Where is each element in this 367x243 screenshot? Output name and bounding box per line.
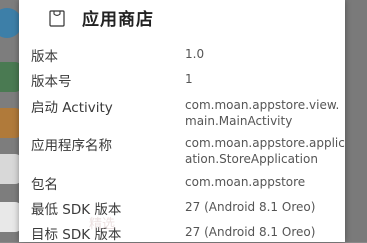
info-value: 1	[185, 72, 193, 86]
info-value: 27 (Android 8.1 Oreo)	[185, 225, 316, 239]
info-label: 启动 Activity	[31, 100, 113, 116]
info-value: 1.0	[185, 47, 205, 61]
info-value: com.moan.appstore.application.StoreAppli…	[185, 136, 345, 166]
info-value: com.moan.appstore	[185, 175, 306, 189]
dialog-header: 应用商店	[19, 0, 345, 38]
info-value: 27 (Android 8.1 Oreo)	[185, 200, 316, 214]
info-value: com.moan.appstore.view.main.MainActivity	[185, 98, 340, 128]
background-right-edge	[345, 0, 367, 242]
info-label: 应用程序名称	[31, 138, 112, 154]
info-label: 包名	[31, 177, 58, 193]
app-info-dialog: 应用商店 版本 1.0 版本号 1 启动 Activity com.moan.a…	[19, 0, 345, 243]
shopping-bag-icon	[49, 10, 65, 27]
info-label: 版本号	[31, 74, 72, 90]
info-label: 版本	[31, 49, 58, 65]
dialog-title: 应用商店	[82, 10, 154, 30]
watermark-text: 精选	[89, 217, 116, 232]
